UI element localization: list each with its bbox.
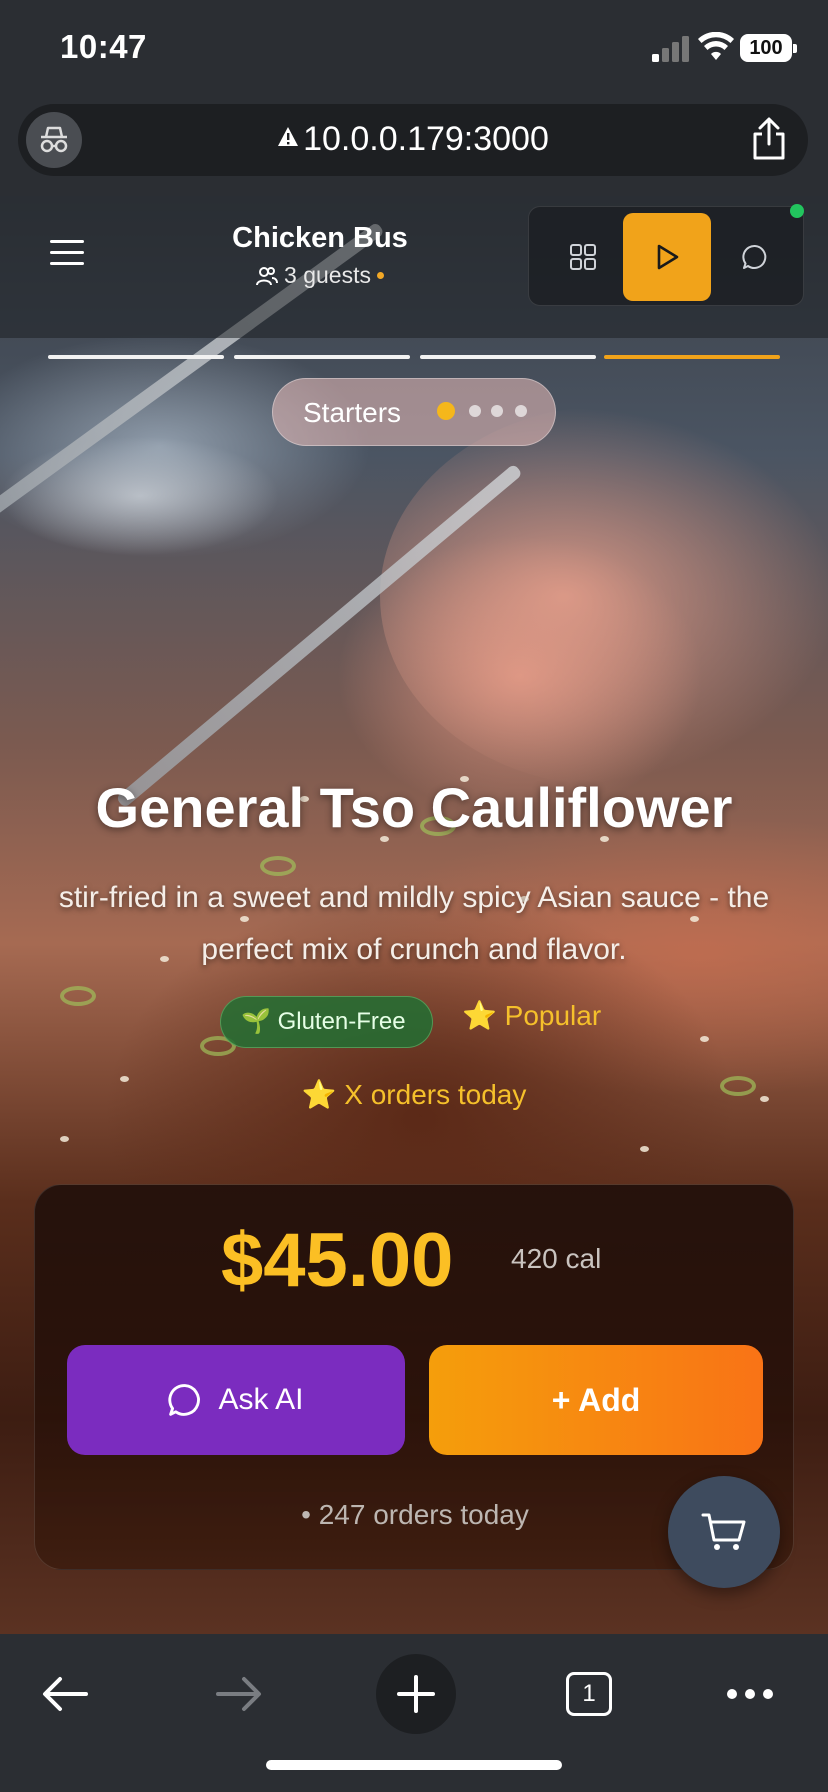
app-header: Chicken Bus 3 guests <box>0 196 828 338</box>
sprout-icon: 🌱 <box>241 1008 271 1035</box>
arrow-right-icon <box>216 1677 261 1711</box>
category-dot-3[interactable] <box>491 405 503 417</box>
share-icon[interactable] <box>748 116 790 162</box>
view-mode-switch <box>528 206 804 306</box>
story-view-button[interactable] <box>623 213 711 301</box>
plus-icon <box>397 1675 435 1713</box>
chat-icon <box>742 245 767 269</box>
wifi-icon <box>698 32 734 60</box>
forward-button[interactable] <box>204 1654 274 1734</box>
progress-segment-3 <box>420 355 596 359</box>
category-dot-2[interactable] <box>469 405 481 417</box>
gluten-free-label: Gluten-Free <box>277 1008 406 1035</box>
home-indicator <box>266 1760 562 1770</box>
cart-button[interactable] <box>668 1476 780 1588</box>
gluten-free-badge: 🌱 Gluten-Free <box>220 996 433 1048</box>
guest-status-dot <box>376 272 384 279</box>
category-label: Starters <box>303 397 402 428</box>
cellular-signal-icon <box>652 36 689 62</box>
guest-count-label: 3 guests <box>284 262 371 288</box>
orders-badge: ⭐ X orders today <box>0 1078 828 1111</box>
url-value: 10.0.0.179:3000 <box>303 120 549 158</box>
orders-badge-label: X orders today <box>344 1079 527 1110</box>
tab-count: 1 <box>566 1672 612 1716</box>
chat-icon <box>168 1384 201 1416</box>
add-to-order-button[interactable]: + Add <box>429 1345 763 1455</box>
status-time: 10:47 <box>60 28 147 65</box>
ask-ai-label: Ask AI <box>218 1383 304 1416</box>
popular-badge: ⭐ Popular <box>462 996 601 1036</box>
play-icon <box>657 244 679 270</box>
ask-ai-button[interactable]: Ask AI <box>67 1345 405 1455</box>
more-icon <box>727 1689 773 1699</box>
progress-segment-2 <box>234 355 410 359</box>
star-icon: ⭐ <box>301 1079 337 1110</box>
dish-calories: 420 cal <box>511 1243 602 1274</box>
arrow-left-icon <box>43 1677 88 1711</box>
category-pill[interactable]: Starters <box>272 378 556 446</box>
progress-segment-4 <box>604 355 780 359</box>
online-status-dot <box>790 204 804 218</box>
menu-button[interactable] <box>50 240 84 268</box>
warning-icon <box>278 127 299 146</box>
progress-segment-1 <box>48 355 224 359</box>
status-bar: 10:47 100 <box>0 0 828 98</box>
more-button[interactable] <box>718 1654 782 1734</box>
tabs-button[interactable]: 1 <box>554 1654 624 1734</box>
back-button[interactable] <box>30 1654 100 1734</box>
star-icon: ⭐ <box>462 1000 497 1031</box>
category-dot-1[interactable] <box>437 402 455 420</box>
cart-icon <box>701 1513 746 1550</box>
new-tab-button[interactable] <box>376 1654 456 1734</box>
dish-description: stir-fried in a sweet and mildly spicy A… <box>58 881 770 966</box>
grid-view-button[interactable] <box>539 213 627 301</box>
popular-label: Popular <box>504 1000 602 1031</box>
guests-icon <box>256 267 279 286</box>
dish-price: $45.00 <box>221 1218 454 1303</box>
restaurant-name: Chicken Bus <box>232 222 408 254</box>
battery-indicator: 100 <box>740 34 797 62</box>
chat-view-button[interactable] <box>711 213 799 301</box>
url-bar[interactable]: 10.0.0.179:3000 <box>18 104 808 176</box>
category-dot-4[interactable] <box>515 405 527 417</box>
url-text[interactable]: 10.0.0.179:3000 <box>18 120 808 159</box>
dish-title: General Tso Cauliflower <box>95 776 733 839</box>
guest-count[interactable]: 3 guests <box>200 262 440 289</box>
grid-icon <box>570 244 596 270</box>
